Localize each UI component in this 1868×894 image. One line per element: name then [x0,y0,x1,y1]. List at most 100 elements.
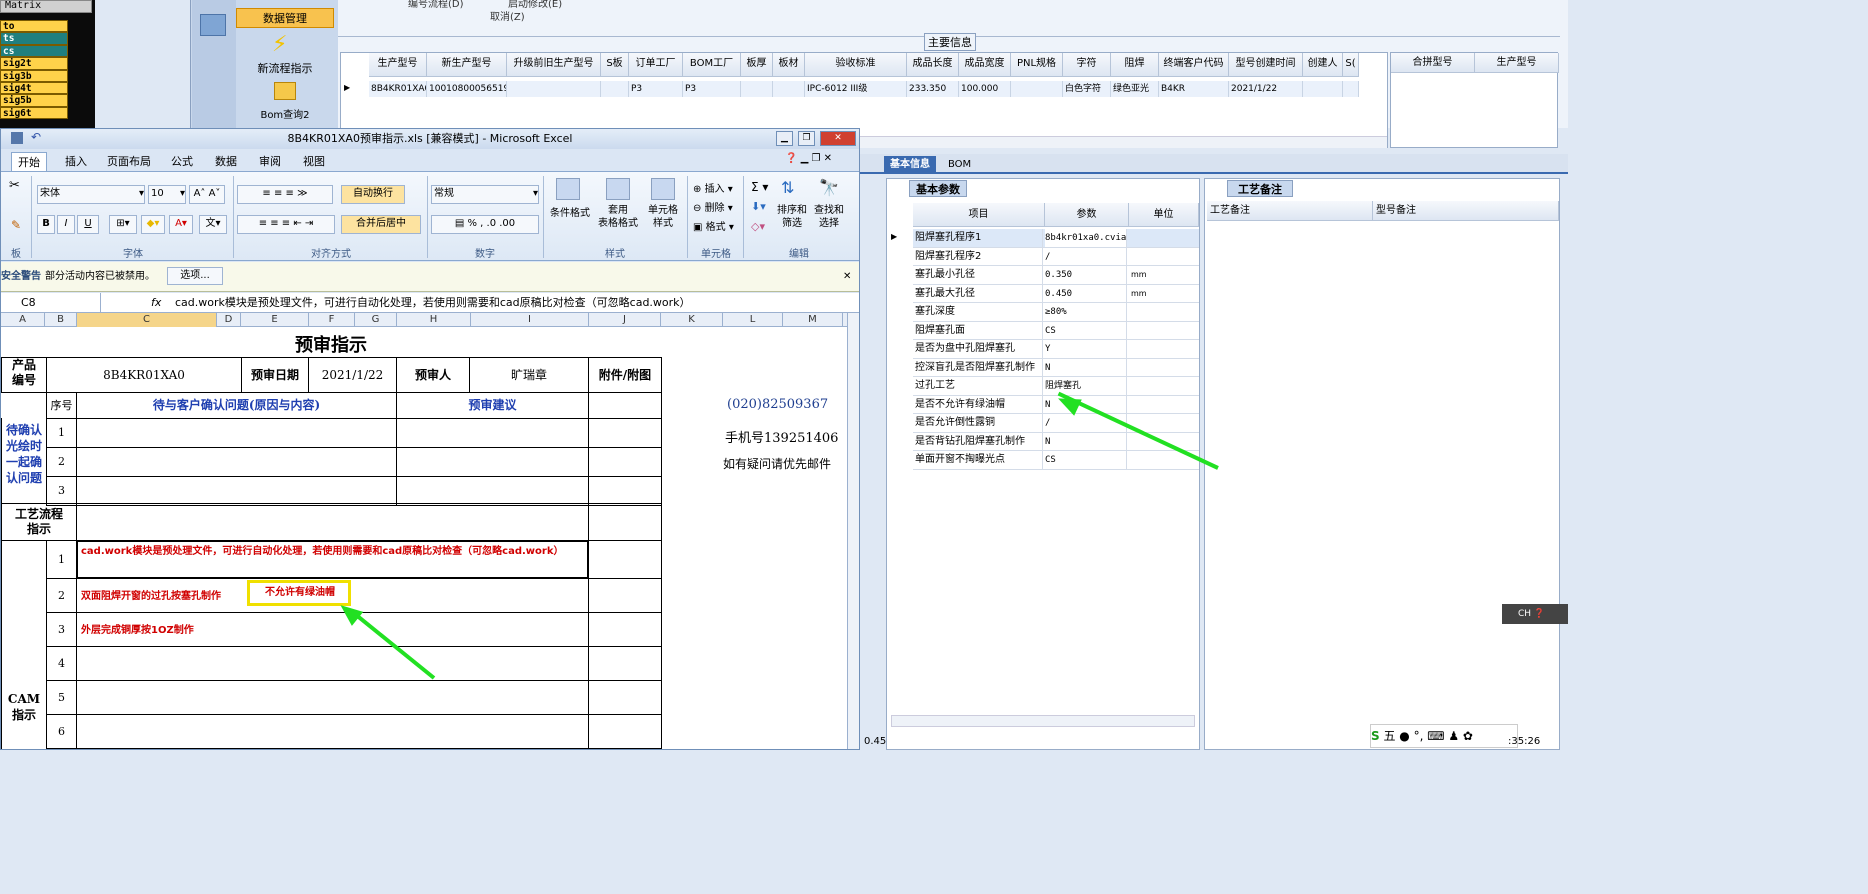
signal-item[interactable]: cs [0,44,68,58]
insert-cell-button[interactable]: ⊕ 插入 ▾ [693,180,733,195]
grid-cell[interactable] [773,81,805,97]
nav-bom-query[interactable]: Bom查询2 [248,106,322,121]
grid-cell[interactable]: 100.000 [959,81,1011,97]
column-header[interactable]: H [397,313,471,327]
param-row[interactable]: 控深盲孔是否阻焊塞孔制作 N [913,358,1199,377]
param-row[interactable]: 过孔工艺 阻焊塞孔 [913,377,1199,396]
cam-attach-cell[interactable] [588,680,662,715]
sort-filter-icon[interactable]: ⇅ [781,178,803,200]
folder-icon[interactable] [274,82,296,100]
formula-input[interactable]: cad.work模块是预处理文件，可进行自动化处理，若使用则需要和cad原稿比对… [175,293,691,312]
number-format-select[interactable]: 常规 ▾ [431,185,539,204]
ribbon-tab[interactable]: 审阅 [253,152,287,171]
name-box[interactable]: C8 [1,293,101,312]
align-horizontal-buttons[interactable]: ≡ ≡ ≡ ⇤ ⇥ [237,215,335,234]
tab-basic-info[interactable]: 基本信息 [884,156,936,174]
vertical-scrollbar[interactable] [847,313,859,749]
cam-attach-cell[interactable] [588,540,662,579]
save-icon[interactable] [11,132,23,144]
param-row[interactable]: 阻焊塞孔程序1 8b4kr01xa0.cvia [913,229,1199,248]
grid-cell[interactable]: 绿色亚光 [1111,81,1159,97]
calculator-icon[interactable] [200,14,226,36]
ribbon-tab[interactable]: 公式 [165,152,199,171]
merge-center-button[interactable]: 合并后居中 [341,215,421,234]
column-header[interactable]: I [471,313,589,327]
column-header[interactable]: A [1,313,45,327]
cam-attach-cell[interactable] [588,714,662,749]
column-header[interactable]: E [241,313,309,327]
param-row[interactable]: 单面开窗不掏曝光点 CS [913,451,1199,470]
grid-cell[interactable]: IPC-6012 III级 [805,81,907,97]
grid-cell[interactable]: 233.350 [907,81,959,97]
font-name-select[interactable]: 宋体 ▾ [37,185,145,204]
grid-cell[interactable]: 8B4KR01XA0 [369,81,427,97]
border-button[interactable]: ⊞▾ [109,215,137,234]
cell-style-button[interactable]: 单元格 样式 [641,204,685,230]
grid-cell[interactable] [1303,81,1343,97]
param-row[interactable]: 塞孔最大孔径 0.450 mm [913,284,1199,303]
question-cell[interactable] [76,418,397,448]
grid-cell[interactable]: 2021/1/22 [1229,81,1303,97]
number-format-buttons[interactable]: ▤ % , .0 .00 [431,215,539,234]
signal-list[interactable]: to ts cs sig2t sig3b sig4t sig5b sig6t [0,20,68,120]
column-header[interactable]: L [723,313,783,327]
cam-attach-cell[interactable] [588,612,662,647]
column-header[interactable]: F [309,313,355,327]
fill-icon[interactable]: ⬇▾ [751,200,766,213]
wrap-text-button[interactable]: 自动换行 [341,185,405,204]
cam-cell[interactable] [76,680,589,715]
close-warning-icon[interactable]: ✕ [843,262,851,291]
tab-bom[interactable]: BOM [942,156,977,174]
advice-cell[interactable] [396,447,589,477]
column-header[interactable]: D [217,313,241,327]
cam-cell[interactable] [76,646,589,681]
grid-cell[interactable] [741,81,773,97]
cam-cell[interactable] [76,714,589,749]
signal-item[interactable]: sig2t [0,57,68,70]
param-value[interactable]: CS [1045,451,1127,469]
attach-cell[interactable] [588,447,662,477]
nav-new-flow[interactable]: 新流程指示 [248,60,322,76]
param-value[interactable]: CS [1045,321,1127,340]
font-size-select[interactable]: 10 ▾ [148,185,186,204]
align-top-buttons[interactable]: ≡ ≡ ≡ ≫ [237,185,333,204]
param-value[interactable]: N [1045,358,1127,377]
grid-cell[interactable] [601,81,629,97]
grid-cell[interactable]: P3 [629,81,683,97]
format-painter-icon[interactable]: ✎ [11,218,21,232]
tab-basic-params[interactable]: 基本参数 [909,180,967,197]
matrix-dropdown[interactable]: Matrix [0,0,92,13]
signal-item[interactable]: sig4t [0,81,68,95]
signal-item[interactable]: ts [0,32,68,45]
autosum-icon[interactable]: Σ ▾ [751,180,768,194]
question-cell[interactable] [76,476,397,506]
menu-cancel[interactable]: 取消(Z) [490,8,525,23]
language-bar[interactable]: CH ❓ [1502,604,1568,624]
question-cell[interactable] [76,447,397,477]
param-row[interactable]: 是否允许倒性露铜 / [913,414,1199,433]
params-scrollbar[interactable] [891,715,1195,727]
restore-button[interactable]: ❐ [798,131,815,146]
param-value[interactable]: 阻焊塞孔 [1045,377,1127,395]
menu-numbering[interactable]: 编号流程(D) [408,0,464,10]
ime-toolbar[interactable]: S 五 ● °, ⌨ ♟ ✿ [1370,724,1518,748]
ribbon-tab[interactable]: 视图 [297,152,331,171]
font-color-button[interactable]: A▾ [169,215,193,234]
ribbon-tab[interactable]: 页面布局 [101,152,157,171]
find-select-button[interactable]: 查找和 选择 [809,204,849,230]
find-icon[interactable]: 🔭 [819,178,841,200]
sort-filter-button[interactable]: 排序和 筛选 [773,204,811,230]
grid-cell[interactable] [1343,81,1359,97]
ribbon-tab[interactable]: 数据 [209,152,243,171]
advice-cell[interactable] [396,476,589,506]
ribbon-tab[interactable]: 开始 [11,152,47,171]
bold-button[interactable]: B [37,215,55,234]
fx-icon[interactable]: fx [151,293,161,312]
cell-style-icon[interactable] [651,178,675,200]
conditional-format-button[interactable]: 条件格式 [546,204,594,219]
conditional-format-icon[interactable] [556,178,580,200]
cam-attach-cell[interactable] [588,578,662,613]
grid-cell[interactable]: B4KR [1159,81,1229,97]
fill-color-button[interactable]: ◆▾ [141,215,165,234]
param-value[interactable]: Y [1045,340,1127,358]
